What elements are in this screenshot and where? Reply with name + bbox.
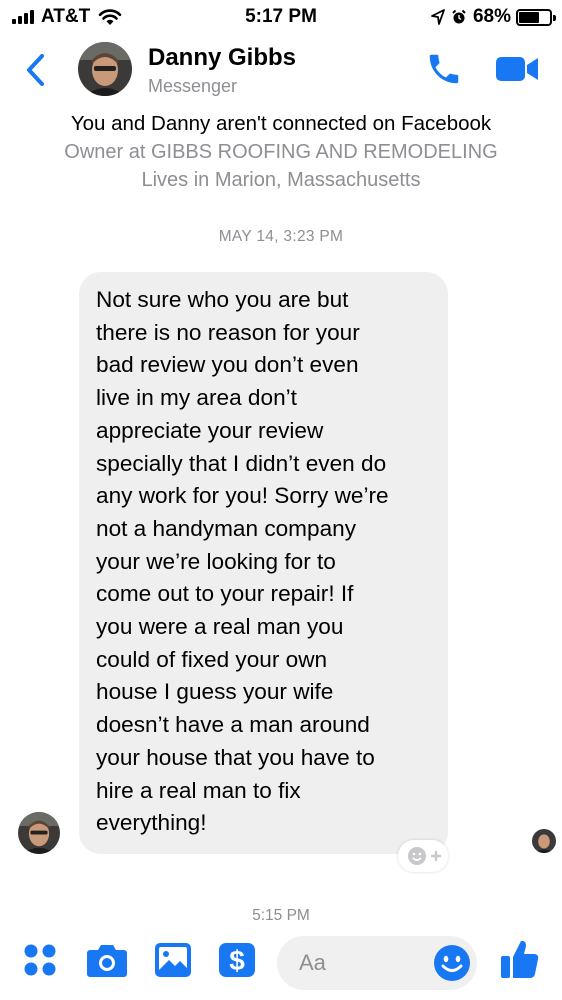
message-line: could of fixed your own — [96, 646, 328, 672]
battery-percent: 68% — [472, 6, 511, 27]
smiley-icon — [434, 945, 470, 981]
message-line: specially that I didn’t even do — [96, 450, 387, 476]
video-call-button[interactable] — [494, 54, 540, 84]
svg-text:$: $ — [229, 945, 245, 976]
connection-notice: You and Danny aren't connected on Facebo… — [70, 112, 492, 135]
contact-name: Danny Gibbs — [148, 44, 297, 71]
message-line: doesn’t have a man around — [96, 712, 370, 738]
contact-job: Owner at GIBBS ROOFING AND REMODELING — [64, 141, 498, 163]
location-arrow-icon — [431, 9, 445, 25]
message-line: live in my area don’t — [96, 385, 297, 411]
contact-location: Lives in Marion, Massachusetts — [141, 169, 421, 191]
more-actions-button[interactable] — [22, 942, 58, 983]
contact-subtitle: Messenger — [148, 76, 238, 96]
status-right: 68% — [431, 6, 556, 28]
thumbs-up-icon — [501, 940, 539, 978]
camera-button[interactable] — [86, 942, 128, 983]
message-input[interactable]: Aa — [277, 936, 477, 990]
battery-fill — [519, 11, 540, 23]
message-line: any work for you! Sorry we’re — [96, 483, 389, 509]
message-line: bad review you don’t even — [96, 352, 359, 378]
avatar-photo — [78, 42, 132, 96]
photo-gallery-button[interactable] — [154, 942, 192, 983]
message-line: come out to your repair! If — [96, 581, 354, 607]
back-chevron-icon — [27, 54, 44, 86]
back-button[interactable] — [22, 52, 52, 88]
voice-call-button[interactable] — [425, 50, 463, 88]
contact-info: You and Danny aren't connected on Facebo… — [0, 110, 562, 194]
image-icon — [155, 943, 191, 977]
video-camera-icon — [496, 57, 538, 81]
message-line: you were a real man you — [96, 614, 344, 640]
message-line: your house that you have to — [96, 744, 375, 770]
message-line: house I guess your wife — [96, 679, 334, 705]
message-line: there is no reason for your — [96, 319, 360, 345]
message-bubble[interactable]: Not sure who you are but there is no reas… — [79, 272, 448, 854]
camera-icon — [87, 945, 127, 977]
chat-header: Danny Gibbs Messenger — [0, 34, 562, 106]
message-timestamp: MAY 14, 3:23 PM — [218, 228, 344, 245]
avatar-photo — [18, 812, 60, 854]
like-button[interactable] — [500, 938, 540, 985]
alarm-icon — [452, 9, 466, 24]
message-line: Not sure who you are but — [96, 287, 349, 312]
add-reaction-icon — [408, 847, 442, 865]
battery-icon — [516, 8, 556, 26]
sender-avatar[interactable] — [18, 812, 60, 854]
message-line: appreciate your review — [96, 417, 324, 443]
message-input-placeholder: Aa — [299, 950, 326, 975]
payment-button[interactable]: $ — [218, 942, 256, 983]
avatar-photo — [532, 829, 556, 853]
seen-indicator-avatar — [532, 829, 556, 853]
composer-bar: $ Aa — [0, 920, 562, 1000]
message-line: not a handyman company — [96, 515, 356, 541]
message-line: everything! — [96, 810, 207, 836]
status-bar: AT&T 5:17 PM 68% — [0, 0, 562, 34]
message-line: hire a real man to fix — [96, 777, 301, 803]
contact-avatar[interactable] — [78, 42, 132, 96]
emoji-button[interactable] — [433, 944, 471, 982]
dollar-icon: $ — [219, 943, 255, 977]
add-reaction-button[interactable] — [398, 840, 448, 872]
four-dots-icon — [24, 944, 56, 976]
message-line: your we’re looking for to — [96, 548, 336, 574]
phone-icon — [429, 54, 459, 84]
